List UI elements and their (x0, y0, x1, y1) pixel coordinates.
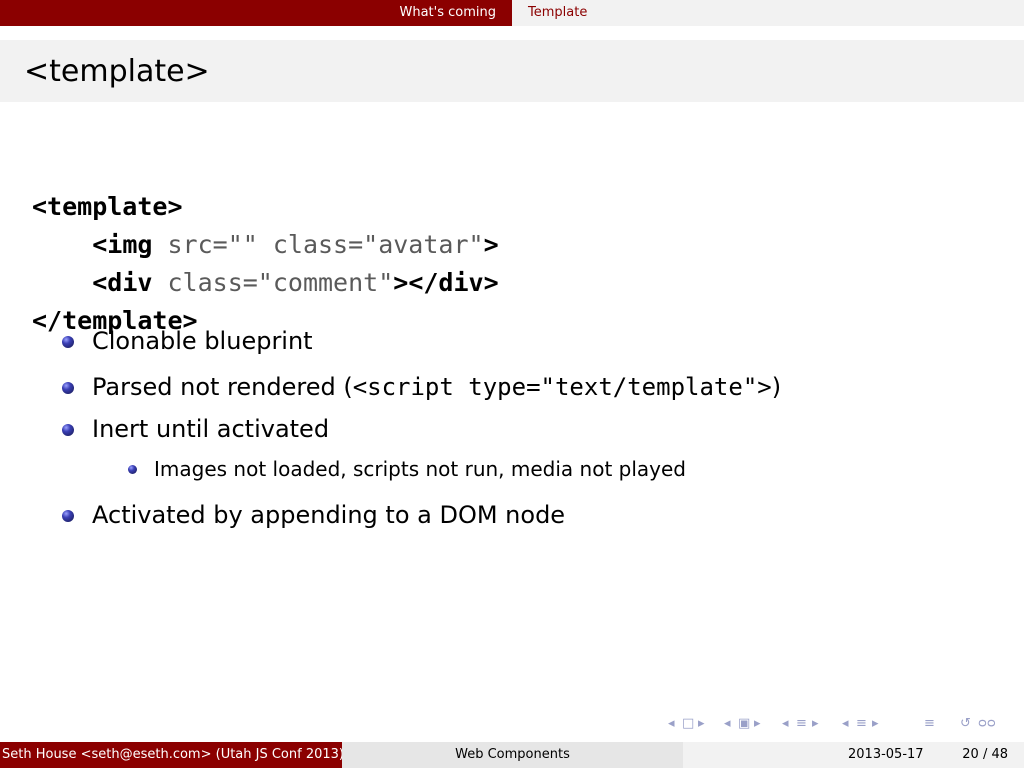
nav-section-whats-coming[interactable]: What's coming (399, 5, 496, 21)
code-tag: ></div> (393, 268, 499, 297)
nav-section-template[interactable]: Template (528, 5, 587, 21)
bullet-ball-icon (62, 336, 74, 348)
code-attr: class="comment" (152, 268, 394, 297)
code-line-3: <div class="comment"></div> (32, 264, 499, 302)
code-attr: src="" class="avatar" (152, 230, 484, 259)
footer-title-band: Web Components (342, 742, 683, 768)
bullet-inline-code: <script type="text/template"> (352, 373, 772, 401)
footer-date: 2013-05-17 (848, 747, 924, 762)
section-next2-icon[interactable]: ▸ (872, 716, 879, 731)
footer-page-number: 20 / 48 (962, 747, 1008, 762)
frame-title: <template> (24, 54, 210, 89)
navigation-symbols: ◂ □ ▸ ◂ ▣ ▸ ◂ ≡ ▸ ◂ ≡ ▸ ≡ ↺ ᴑᴑ (668, 716, 1018, 736)
section-icon[interactable]: ≡ (796, 716, 807, 731)
subsection-icon[interactable]: ▣ (738, 716, 750, 731)
code-tag: <div (92, 268, 153, 297)
subsection-prev-icon[interactable]: ◂ (724, 716, 731, 731)
bullet-text: Images not loaded, scripts not run, medi… (154, 457, 687, 481)
bullet-text: Parsed not rendered ( (92, 373, 353, 401)
bullet-item: Clonable blueprint (62, 326, 313, 356)
bullet-ball-icon (62, 424, 74, 436)
section-next-icon[interactable]: ▸ (812, 716, 819, 731)
back-icon[interactable]: ↺ (960, 716, 971, 731)
bullet-text-after: ) (771, 373, 782, 401)
footer-bar: Seth House <seth@eseth.com> (Utah JS Con… (0, 742, 1024, 768)
nav-right-band (512, 0, 1024, 26)
sub-bullet-ball-icon (128, 465, 137, 474)
code-tag: <template> (32, 192, 183, 221)
footer-info-band: 2013-05-17 20 / 48 (683, 742, 1024, 768)
footer-author: Seth House <seth@eseth.com> (Utah JS Con… (2, 747, 342, 762)
code-line-2: <img src="" class="avatar"> (32, 226, 499, 264)
bullet-ball-icon (62, 382, 74, 394)
section-prev-icon[interactable]: ◂ (782, 716, 789, 731)
align-icon[interactable]: ≡ (924, 716, 935, 731)
search-icon[interactable]: ᴑᴑ (978, 716, 996, 731)
top-navigation-bar: What's coming Template (0, 0, 1024, 26)
bullet-item: Activated by appending to a DOM node (62, 500, 566, 530)
frame-title-bar: <template> (0, 40, 1024, 102)
frame-icon[interactable]: □ (682, 716, 694, 731)
sub-bullet-item: Images not loaded, scripts not run, medi… (128, 456, 687, 482)
subsection-next-icon[interactable]: ▸ (754, 716, 761, 731)
code-tag: > (483, 230, 499, 259)
frame-prev-icon[interactable]: ◂ (668, 716, 675, 731)
bullet-item: Parsed not rendered (<script type="text/… (62, 372, 782, 402)
code-line-1: <template> (32, 188, 499, 226)
bullet-text: Clonable blueprint (92, 327, 313, 355)
frame-next-icon[interactable]: ▸ (698, 716, 705, 731)
footer-author-band: Seth House <seth@eseth.com> (Utah JS Con… (0, 742, 342, 768)
code-tag: <img (92, 230, 153, 259)
bullet-text: Inert until activated (92, 415, 330, 443)
bullet-text: Activated by appending to a DOM node (92, 501, 566, 529)
outline-icon[interactable]: ≡ (856, 716, 867, 731)
bullet-ball-icon (62, 510, 74, 522)
bullet-item: Inert until activated (62, 414, 330, 444)
footer-title: Web Components (455, 747, 570, 762)
section-prev2-icon[interactable]: ◂ (842, 716, 849, 731)
